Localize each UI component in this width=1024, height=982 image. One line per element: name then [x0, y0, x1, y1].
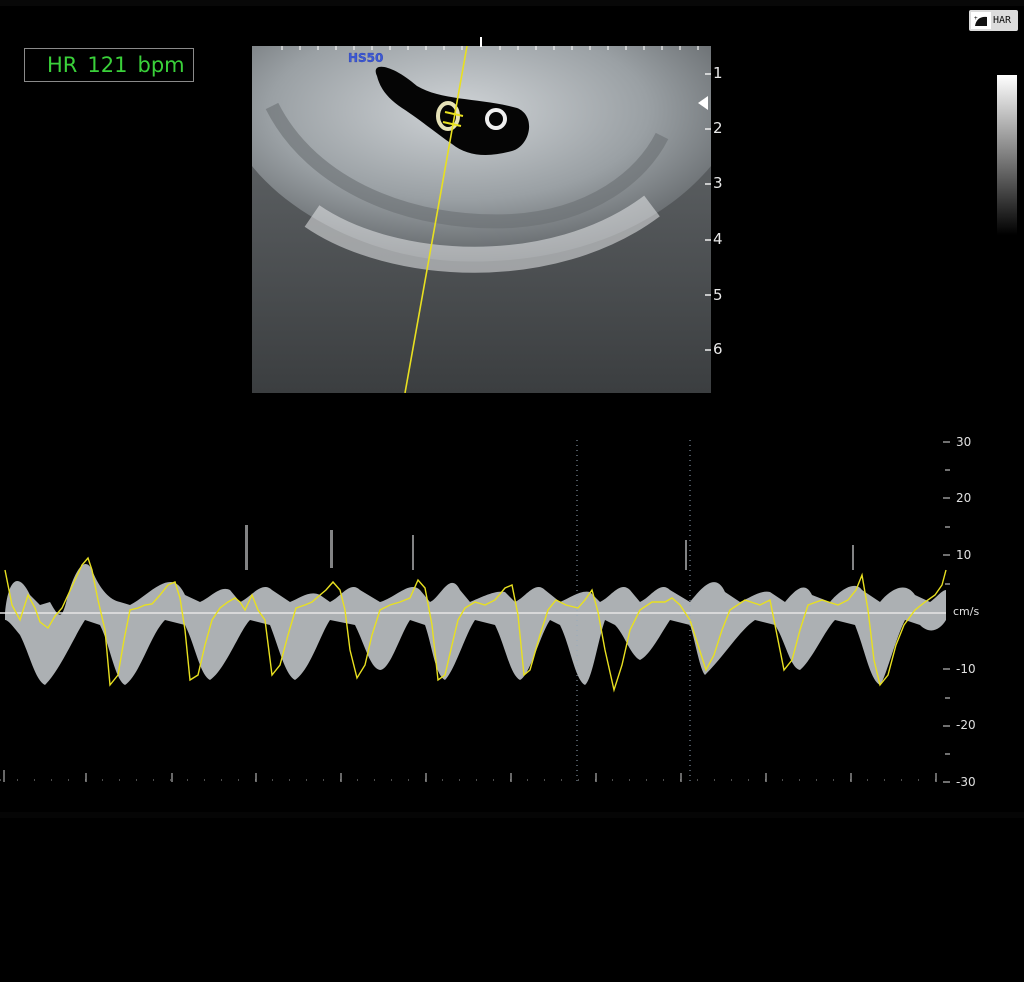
depth-label-6: 6 — [713, 340, 723, 358]
top-center-tick — [480, 37, 482, 47]
probe-icon: + — [971, 12, 991, 29]
har-label: HAR — [993, 15, 1012, 26]
hr-unit: bpm — [137, 53, 185, 77]
spectral-doppler-display[interactable] — [0, 430, 1024, 800]
top-status-bar — [0, 0, 1024, 6]
bottom-status-bar — [0, 812, 1024, 818]
velocity-unit: cm/s — [953, 605, 980, 618]
depth-label-5: 5 — [713, 286, 723, 304]
har-toggle-button[interactable]: + HAR — [969, 10, 1018, 31]
depth-label-2: 2 — [713, 119, 723, 137]
velocity-label-10: 10 — [956, 548, 972, 562]
spectral-waveform — [5, 564, 946, 685]
depth-label-1: 1 — [713, 64, 723, 82]
grayscale-bar — [997, 75, 1017, 235]
hr-label: HR — [47, 53, 78, 77]
hr-value: 121 — [87, 53, 128, 77]
velocity-label-20: 20 — [956, 491, 972, 505]
velocity-label-neg10: -10 — [956, 662, 976, 676]
depth-label-4: 4 — [713, 230, 723, 248]
bmode-image[interactable]: HS50 — [252, 46, 711, 393]
svg-text:+: + — [974, 15, 978, 22]
focus-marker-icon[interactable] — [698, 96, 708, 110]
depth-label-3: 3 — [713, 174, 723, 192]
ultrasound-scan: HS50 — [252, 46, 711, 393]
velocity-label-neg30: -30 — [956, 775, 976, 789]
heart-rate-readout: HR 121 bpm — [24, 48, 194, 82]
velocity-label-neg20: -20 — [956, 718, 976, 732]
preset-label: HS50 — [348, 51, 383, 65]
velocity-label-30: 30 — [956, 435, 972, 449]
